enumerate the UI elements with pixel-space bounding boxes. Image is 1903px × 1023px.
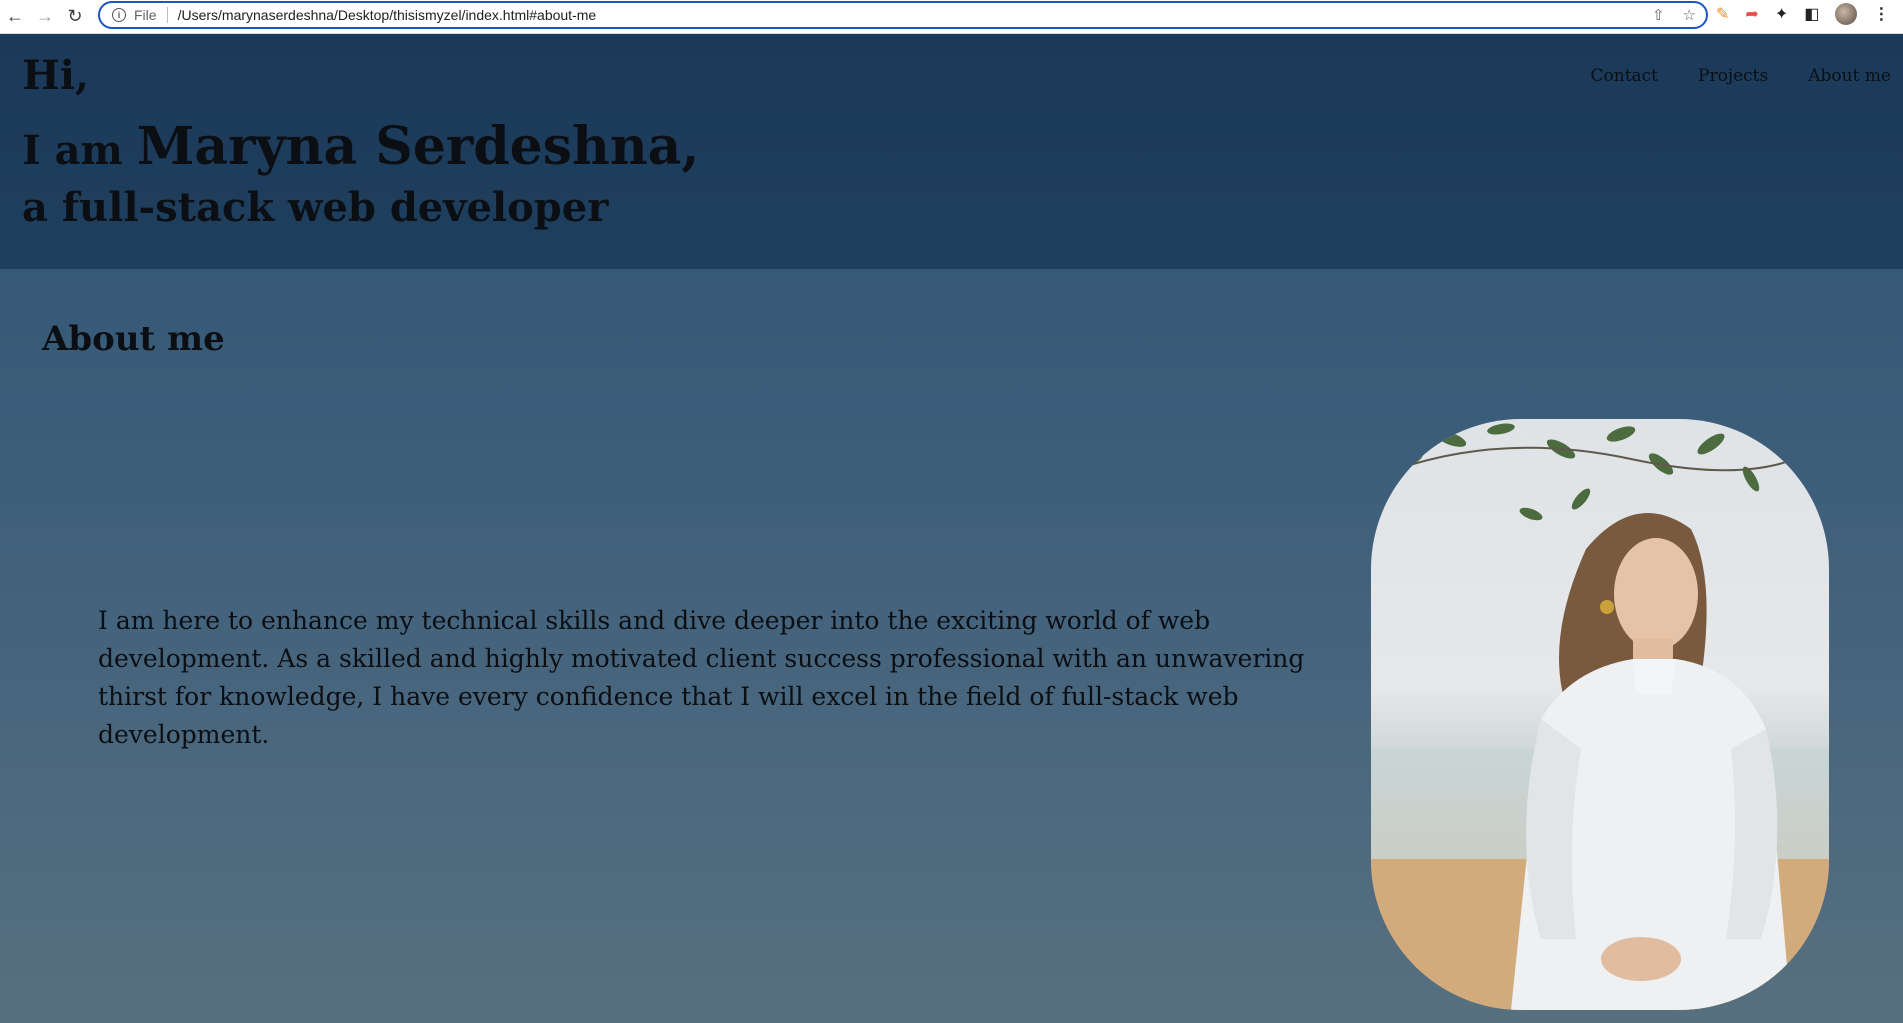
arrow-left-icon[interactable]: ← <box>0 2 30 32</box>
about-title: About me <box>42 319 225 359</box>
arrow-right-icon[interactable]: → <box>30 2 60 32</box>
nav-contact[interactable]: Contact <box>1591 66 1659 86</box>
about-text: I am here to enhance my technical skills… <box>98 606 1305 749</box>
hero-header: Hi, I am Maryna Serdeshna, a full-stack … <box>0 34 1903 269</box>
top-navigation: Contact Projects About me <box>1591 66 1892 86</box>
extension-icon[interactable]: ➦ <box>1745 4 1758 24</box>
file-label: File <box>134 7 157 23</box>
share-icon[interactable]: ⇧ <box>1652 6 1665 24</box>
profile-photo <box>1371 419 1829 1010</box>
url-text[interactable]: /Users/marynaserdeshna/Desktop/thisismyz… <box>178 7 597 23</box>
pencil-icon[interactable]: ✎ <box>1716 4 1729 24</box>
star-icon[interactable]: ☆ <box>1683 6 1696 24</box>
omnibox-actions: ⇧ ☆ <box>1652 6 1696 24</box>
role-line: a full-stack web developer <box>22 184 609 231</box>
nav-about-me[interactable]: About me <box>1808 66 1891 86</box>
page: Hi, I am Maryna Serdeshna, a full-stack … <box>0 34 1903 1023</box>
reload-icon[interactable]: ↻ <box>60 2 90 32</box>
greeting: Hi, <box>22 52 89 99</box>
portrait-illustration <box>1371 423 1829 1010</box>
extensions-area: ✎ ➦ ✦ ◧ ⋮ <box>1716 3 1889 25</box>
divider <box>166 7 168 23</box>
intro-line: I am Maryna Serdeshna, <box>22 116 699 177</box>
puzzle-icon[interactable]: ✦ <box>1775 4 1788 24</box>
profile-avatar[interactable] <box>1835 3 1858 25</box>
side-panel-icon[interactable]: ◧ <box>1804 4 1819 24</box>
address-bar[interactable]: i File /Users/marynaserdeshna/Desktop/th… <box>98 1 1708 29</box>
nav-projects[interactable]: Projects <box>1698 66 1768 86</box>
info-icon[interactable]: i <box>112 8 126 22</box>
developer-name: Maryna Serdeshna, <box>136 116 700 177</box>
menu-kebab-icon[interactable]: ⋮ <box>1873 4 1889 24</box>
browser-toolbar: ← → ↻ i File /Users/marynaserdeshna/Desk… <box>0 0 1903 34</box>
intro-prefix: I am <box>22 127 137 174</box>
